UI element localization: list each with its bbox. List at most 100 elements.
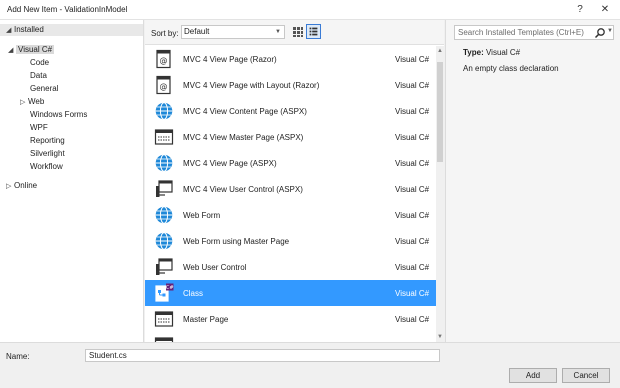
template-language: Visual C# bbox=[395, 81, 430, 90]
template-name: Master Page bbox=[183, 315, 229, 324]
template-language: Visual C# bbox=[395, 159, 430, 168]
type-value: Visual C# bbox=[485, 48, 521, 57]
scroll-down-icon[interactable]: ▼ bbox=[436, 334, 444, 340]
scroll-up-icon[interactable]: ▲ bbox=[436, 48, 444, 54]
globe-icon bbox=[154, 231, 174, 251]
help-button[interactable]: ? bbox=[573, 3, 587, 17]
svg-text:@: @ bbox=[160, 56, 168, 65]
details-panel: ▼ Type: Visual C# An empty class declara… bbox=[445, 20, 620, 342]
tree-item-installed[interactable]: ◢ Installed bbox=[0, 24, 143, 36]
tree-item-visual-csharp[interactable]: ◢ Visual C# bbox=[8, 44, 55, 57]
template-row[interactable]: MVC 4 View Content Page (ASPX) Visual C# bbox=[145, 98, 436, 124]
search-box[interactable]: ▼ bbox=[454, 25, 614, 40]
template-language: Visual C# bbox=[395, 133, 430, 142]
svg-text:C#: C# bbox=[166, 285, 174, 291]
master-page-icon bbox=[154, 309, 174, 329]
type-key: Type: bbox=[463, 48, 484, 57]
tree-item-label: Installed bbox=[14, 25, 44, 34]
template-name: MVC 4 View Page with Layout (Razor) bbox=[183, 81, 320, 90]
tree-item-wpf[interactable]: WPF bbox=[30, 122, 48, 134]
tree-item-label: Visual C# bbox=[16, 45, 55, 54]
name-field[interactable] bbox=[85, 349, 440, 362]
scroll-thumb[interactable] bbox=[437, 62, 443, 162]
collapse-arrow-icon[interactable]: ◢ bbox=[8, 45, 16, 57]
template-language: Visual C# bbox=[395, 263, 430, 272]
search-icon[interactable] bbox=[594, 27, 606, 39]
template-panel: Sort by: Default ▼ @ MVC 4 View Page (Raz… bbox=[145, 20, 444, 342]
template-row[interactable]: Master Page Visual C# bbox=[145, 306, 436, 332]
tree-item-label: Web bbox=[28, 97, 45, 106]
razor-page-icon: @ bbox=[154, 49, 174, 69]
template-name: MVC 4 View User Control (ASPX) bbox=[183, 185, 303, 194]
name-label: Name: bbox=[6, 352, 30, 361]
cancel-button[interactable]: Cancel bbox=[562, 368, 610, 383]
razor-page-icon: @ bbox=[154, 75, 174, 95]
title-bar: Add New Item - ValidationInModel ? ✕ bbox=[0, 0, 620, 20]
sort-value: Default bbox=[184, 27, 210, 36]
type-line: Type: Visual C# bbox=[463, 48, 520, 57]
chevron-down-icon[interactable]: ▼ bbox=[607, 28, 613, 34]
template-name: MVC 4 View Master Page (ASPX) bbox=[183, 133, 304, 142]
template-name: Web Form using Master Page bbox=[183, 237, 290, 246]
class-icon: C# bbox=[154, 283, 174, 303]
template-row[interactable]: Web Form Visual C# bbox=[145, 202, 436, 228]
expand-arrow-icon[interactable]: ▷ bbox=[20, 97, 28, 109]
tree-item-web[interactable]: ▷ Web bbox=[20, 96, 44, 108]
template-row[interactable]: MVC 4 View Page (ASPX) Visual C# bbox=[145, 150, 436, 176]
template-description: An empty class declaration bbox=[463, 64, 559, 73]
template-language: Visual C# bbox=[395, 237, 430, 246]
template-name: Class bbox=[183, 289, 204, 298]
template-row[interactable]: Web Form using Master Page Visual C# bbox=[145, 228, 436, 254]
master-page-icon bbox=[154, 127, 174, 147]
globe-icon bbox=[154, 101, 174, 121]
grid-view-icon[interactable] bbox=[292, 26, 304, 38]
footer: Name: Add Cancel bbox=[0, 342, 620, 388]
template-row[interactable]: Nested Master PageVisual C# bbox=[145, 332, 436, 342]
tree-item-data[interactable]: Data bbox=[30, 70, 47, 82]
sort-label: Sort by: bbox=[151, 29, 179, 38]
collapse-arrow-icon[interactable]: ◢ bbox=[6, 25, 14, 37]
template-row[interactable]: Web User Control Visual C# bbox=[145, 254, 436, 280]
template-language: Visual C# bbox=[395, 289, 430, 298]
svg-text:@: @ bbox=[160, 82, 168, 91]
template-name: Web User Control bbox=[183, 263, 247, 272]
template-row[interactable]: MVC 4 View Master Page (ASPX) Visual C# bbox=[145, 124, 436, 150]
list-view-icon[interactable] bbox=[306, 24, 321, 39]
window-title: Add New Item - ValidationInModel bbox=[7, 5, 128, 14]
vertical-scrollbar[interactable]: ▲ ▼ bbox=[436, 46, 444, 342]
sort-toolbar: Sort by: Default ▼ bbox=[145, 20, 444, 45]
template-language: Visual C# bbox=[395, 107, 430, 116]
template-list: @ MVC 4 View Page (Razor) Visual C# @ MVC 4 … bbox=[145, 46, 436, 342]
template-name: MVC 4 View Content Page (ASPX) bbox=[183, 107, 307, 116]
template-row[interactable]: C# Class Visual C# bbox=[145, 280, 436, 306]
tree-item-general[interactable]: General bbox=[30, 83, 58, 95]
search-input[interactable] bbox=[455, 26, 590, 39]
tree-item-workflow[interactable]: Workflow bbox=[30, 161, 63, 173]
template-row[interactable]: @ MVC 4 View Page (Razor) Visual C# bbox=[145, 46, 436, 72]
user-control-icon bbox=[154, 179, 174, 199]
close-button[interactable]: ✕ bbox=[598, 3, 612, 17]
globe-icon bbox=[154, 153, 174, 173]
user-control-icon bbox=[154, 257, 174, 277]
globe-icon bbox=[154, 205, 174, 225]
tree-item-label: Online bbox=[14, 181, 38, 190]
template-name: Web Form bbox=[183, 211, 221, 220]
tree-item-windows-forms[interactable]: Windows Forms bbox=[30, 109, 87, 121]
chevron-down-icon: ▼ bbox=[275, 29, 281, 35]
template-language: Visual C# bbox=[395, 211, 430, 220]
template-row[interactable]: @ MVC 4 View Page with Layout (Razor) Visu… bbox=[145, 72, 436, 98]
add-button[interactable]: Add bbox=[509, 368, 557, 383]
template-row[interactable]: MVC 4 View User Control (ASPX) Visual C# bbox=[145, 176, 436, 202]
master-page-icon bbox=[154, 335, 174, 342]
sort-dropdown[interactable]: Default ▼ bbox=[181, 25, 285, 39]
template-language: Visual C# bbox=[395, 315, 430, 324]
tree-item-code[interactable]: Code bbox=[30, 57, 49, 69]
tree-item-reporting[interactable]: Reporting bbox=[30, 135, 65, 147]
expand-arrow-icon[interactable]: ▷ bbox=[6, 181, 14, 193]
category-tree: ◢ Installed ◢ Visual C# Code Data General … bbox=[0, 20, 144, 342]
tree-item-online[interactable]: ▷ Online bbox=[6, 180, 37, 192]
template-language: Visual C# bbox=[395, 185, 430, 194]
tree-item-silverlight[interactable]: Silverlight bbox=[30, 148, 65, 160]
template-language: Visual C# bbox=[395, 55, 430, 64]
template-name: MVC 4 View Page (ASPX) bbox=[183, 159, 277, 168]
